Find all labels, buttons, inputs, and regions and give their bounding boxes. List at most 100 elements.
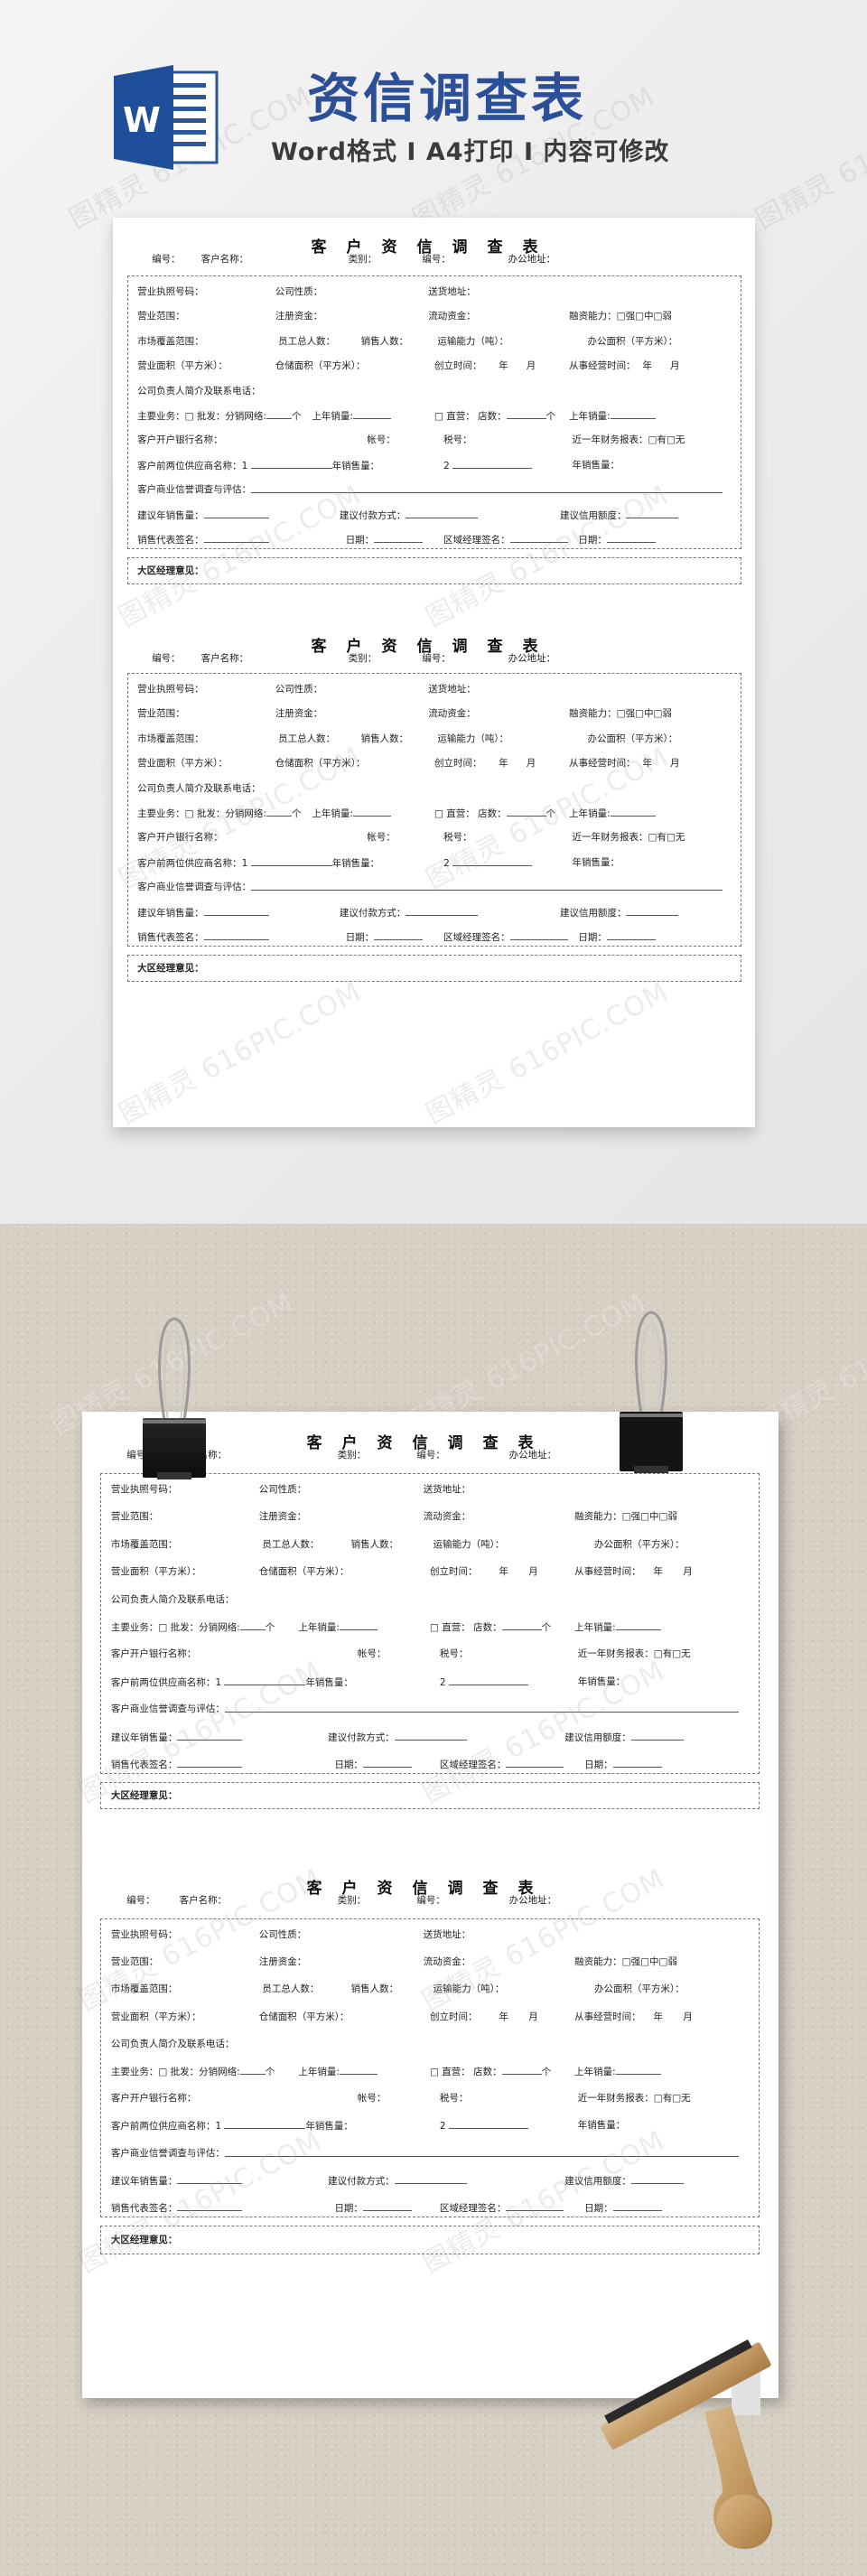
founded-month-field[interactable]: 月 <box>528 1564 538 1579</box>
transport-capacity-field[interactable]: 运输能力（吨）： <box>437 732 508 746</box>
wholesale-last-year-sales-field[interactable]: 上年销量: <box>298 1619 378 1635</box>
regional-manager-signature-field[interactable]: 区域经理签名： <box>440 1757 564 1772</box>
delivery-address-field[interactable]: 送货地址： <box>428 285 476 299</box>
financial-report-checkboxes[interactable]: 近一年财务报表：□有□无 <box>578 1647 691 1661</box>
working-capital-field[interactable]: 流动资金： <box>428 706 476 721</box>
founded-month-field[interactable]: 月 <box>528 2010 538 2024</box>
financial-report-checkboxes[interactable]: 近一年财务报表：□有□无 <box>573 433 685 447</box>
account-number-field[interactable]: 帐号： <box>358 2091 387 2105</box>
regional-manager-date-field[interactable]: 日期： <box>584 2200 662 2216</box>
manager-opinion-field[interactable]: 大区经理意见： <box>137 564 204 578</box>
business-area-field[interactable]: 营业面积（平方米）： <box>111 2010 201 2024</box>
operating-month-field[interactable]: 月 <box>670 359 680 373</box>
regional-manager-date-field[interactable]: 日期： <box>578 929 656 945</box>
suggested-payment-field[interactable]: 建议付款方式： <box>340 905 479 920</box>
tax-number-field[interactable]: 税号： <box>443 433 472 447</box>
working-capital-field[interactable]: 流动资金： <box>424 1509 471 1524</box>
business-license-field[interactable]: 营业执照号码： <box>111 1482 178 1497</box>
storage-area-field[interactable]: 仓储面积（平方米）： <box>275 359 366 373</box>
manager-opinion-field[interactable]: 大区经理意见： <box>111 2233 178 2247</box>
company-type-field[interactable]: 公司性质： <box>275 682 323 696</box>
total-staff-field[interactable]: 员工总人数： <box>278 334 335 349</box>
supplier-two-annual-sales-field[interactable]: 年销售量： <box>573 458 620 472</box>
regional-manager-signature-field[interactable]: 区域经理签名： <box>443 929 568 945</box>
suggested-sales-field[interactable]: 建议年销售量： <box>137 508 269 523</box>
bank-name-field[interactable]: 客户开户银行名称： <box>137 830 223 845</box>
wholesale-network-field[interactable]: 主要业务：□ 批发：分销网络: 个 <box>137 806 301 821</box>
bank-name-field[interactable]: 客户开户银行名称： <box>137 433 223 447</box>
principal-contact-field[interactable]: 公司负责人简介及联系电话： <box>111 1592 235 1607</box>
registered-capital-field[interactable]: 注册资金： <box>275 309 323 323</box>
direct-store-count-field[interactable]: □ 直营： 店数：个 <box>430 2064 551 2079</box>
delivery-address-field[interactable]: 送货地址： <box>428 682 476 696</box>
tax-number-field[interactable]: 税号： <box>443 830 472 845</box>
credit-evaluation-field[interactable]: 客户商业信誉调查与评估： <box>111 2146 740 2161</box>
wholesale-last-year-sales-field[interactable]: 上年销量: <box>298 2064 378 2079</box>
company-type-field[interactable]: 公司性质： <box>259 1482 307 1497</box>
financing-ability-checkboxes[interactable]: 融资能力：□强□中□弱 <box>574 1955 677 1969</box>
supplier-one-field[interactable]: 客户前两位供应商名称：1 年销售量： <box>137 458 379 473</box>
storage-area-field[interactable]: 仓储面积（平方米）： <box>275 756 366 770</box>
total-staff-field[interactable]: 员工总人数： <box>262 1537 319 1552</box>
sales-staff-field[interactable]: 销售人数： <box>351 1982 399 1996</box>
account-number-field[interactable]: 帐号： <box>367 433 396 447</box>
regional-manager-date-field[interactable]: 日期： <box>578 532 656 547</box>
financing-ability-checkboxes[interactable]: 融资能力：□强□中□弱 <box>569 706 672 721</box>
tax-number-field[interactable]: 税号： <box>440 1647 469 1661</box>
founded-year-field[interactable]: 年 <box>499 1564 508 1579</box>
tax-number-field[interactable]: 税号： <box>440 2091 469 2105</box>
sales-rep-date-field[interactable]: 日期： <box>346 532 424 547</box>
principal-contact-field[interactable]: 公司负责人简介及联系电话： <box>137 384 261 398</box>
direct-store-count-field[interactable]: □ 直营： 店数：个 <box>430 1619 551 1635</box>
direct-store-count-field[interactable]: □ 直营： 店数：个 <box>434 408 555 424</box>
suggested-credit-field[interactable]: 建议信用额度： <box>564 1730 684 1745</box>
regional-manager-signature-field[interactable]: 区域经理签名： <box>443 532 568 547</box>
bank-name-field[interactable]: 客户开户银行名称： <box>111 1647 197 1661</box>
wholesale-last-year-sales-field[interactable]: 上年销量: <box>312 806 391 821</box>
sales-rep-signature-field[interactable]: 销售代表签名： <box>111 1757 243 1772</box>
supplier-two-annual-sales-field[interactable]: 年销售量： <box>578 2118 626 2133</box>
company-type-field[interactable]: 公司性质： <box>259 1927 307 1942</box>
supplier-two-field[interactable]: 2 <box>440 2118 528 2133</box>
wholesale-network-field[interactable]: 主要业务：□ 批发：分销网络: 个 <box>111 1619 275 1635</box>
direct-last-year-sales-field[interactable]: 上年销量: <box>574 1619 661 1635</box>
office-area-field[interactable]: 办公面积（平方米）： <box>594 1982 685 1996</box>
credit-evaluation-field[interactable]: 客户商业信誉调查与评估： <box>111 1702 740 1716</box>
principal-contact-field[interactable]: 公司负责人简介及联系电话： <box>111 2037 235 2051</box>
registered-capital-field[interactable]: 注册资金： <box>259 1509 307 1524</box>
credit-evaluation-field[interactable]: 客户商业信誉调查与评估： <box>137 482 722 497</box>
account-number-field[interactable]: 帐号： <box>358 1647 387 1661</box>
business-scope-field[interactable]: 营业范围： <box>137 706 185 721</box>
direct-store-count-field[interactable]: □ 直营： 店数：个 <box>434 806 555 821</box>
wholesale-network-field[interactable]: 主要业务：□ 批发：分销网络: 个 <box>111 2064 275 2079</box>
suggested-credit-field[interactable]: 建议信用额度： <box>560 508 679 523</box>
supplier-two-annual-sales-field[interactable]: 年销售量： <box>578 1675 626 1689</box>
operating-year-field[interactable]: 年 <box>654 2010 664 2024</box>
operating-month-field[interactable]: 月 <box>670 756 680 770</box>
suggested-payment-field[interactable]: 建议付款方式： <box>328 2173 467 2189</box>
business-area-field[interactable]: 营业面积（平方米）： <box>111 1564 201 1579</box>
delivery-address-field[interactable]: 送货地址： <box>424 1927 471 1942</box>
direct-last-year-sales-field[interactable]: 上年销量: <box>569 408 656 424</box>
business-license-field[interactable]: 营业执照号码： <box>137 285 204 299</box>
direct-last-year-sales-field[interactable]: 上年销量: <box>574 2064 661 2079</box>
sales-rep-signature-field[interactable]: 销售代表签名： <box>111 2200 243 2216</box>
market-coverage-field[interactable]: 市场覆盖范围： <box>137 732 204 746</box>
total-staff-field[interactable]: 员工总人数： <box>262 1982 319 1996</box>
business-license-field[interactable]: 营业执照号码： <box>111 1927 178 1942</box>
supplier-two-field[interactable]: 2 <box>440 1675 528 1690</box>
sales-rep-signature-field[interactable]: 销售代表签名： <box>137 929 269 945</box>
supplier-two-field[interactable]: 2 <box>443 855 533 871</box>
founded-year-field[interactable]: 年 <box>499 359 508 373</box>
sales-rep-date-field[interactable]: 日期： <box>334 2200 412 2216</box>
regional-manager-date-field[interactable]: 日期： <box>584 1757 662 1772</box>
founded-month-field[interactable]: 月 <box>527 756 536 770</box>
office-area-field[interactable]: 办公面积（平方米）： <box>588 732 678 746</box>
wholesale-last-year-sales-field[interactable]: 上年销量: <box>312 408 391 424</box>
market-coverage-field[interactable]: 市场覆盖范围： <box>111 1982 178 1996</box>
transport-capacity-field[interactable]: 运输能力（吨）： <box>434 1982 505 1996</box>
transport-capacity-field[interactable]: 运输能力（吨）： <box>434 1537 505 1552</box>
principal-contact-field[interactable]: 公司负责人简介及联系电话： <box>137 781 261 796</box>
supplier-one-field[interactable]: 客户前两位供应商名称：1 年销售量： <box>111 2118 353 2133</box>
company-type-field[interactable]: 公司性质： <box>275 285 323 299</box>
